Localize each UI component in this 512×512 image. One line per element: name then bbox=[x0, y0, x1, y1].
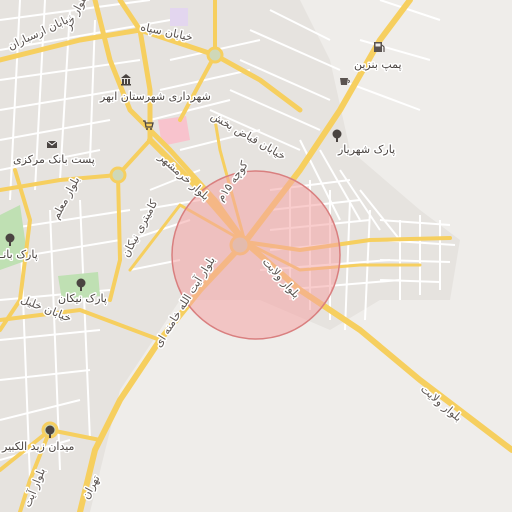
mail-icon[interactable] bbox=[46, 140, 58, 148]
map-canvas[interactable]: پمپ بنزین پارک شهریار شهرداری شهرستان اب… bbox=[0, 0, 512, 512]
label-park-ban: پارک بانـ bbox=[0, 248, 38, 261]
roundabout-bank bbox=[109, 166, 127, 184]
map-view[interactable]: پمپ بنزین پارک شهریار شهرداری شهرستان اب… bbox=[0, 0, 512, 512]
street-label-velayat-2: بلوار ولایت bbox=[418, 382, 464, 424]
label-bank: پست بانک مرکزی bbox=[13, 153, 95, 166]
building-block bbox=[170, 8, 188, 26]
label-shahrdari: شهرداری شهرستان ابهر bbox=[99, 90, 211, 103]
label-park-nikan: پارک نیکان bbox=[58, 292, 107, 305]
label-meydan-zeid: میدان زید الکبیر bbox=[1, 440, 75, 453]
label-gas-station: پمپ بنزین bbox=[354, 58, 402, 71]
roundabout-sepah bbox=[206, 46, 224, 64]
label-park-shahriar: پارک شهریار bbox=[337, 143, 395, 156]
